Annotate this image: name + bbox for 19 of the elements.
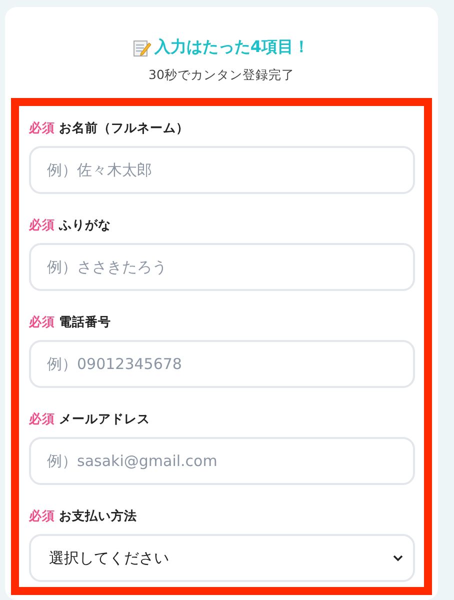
- required-label: 必須: [29, 508, 55, 525]
- form-title: 入力はたった4項目！: [154, 37, 310, 58]
- input-field[interactable]: 例）ささきたろう: [29, 243, 415, 291]
- required-label: 必須: [29, 120, 55, 137]
- required-label: 必須: [29, 314, 55, 331]
- field-label: お支払い方法: [59, 508, 137, 525]
- chevron-down-icon: [393, 554, 403, 562]
- required-label: 必須: [29, 217, 55, 234]
- input-field[interactable]: 例）佐々木太郎: [29, 146, 415, 194]
- field-label: ふりがな: [59, 217, 111, 234]
- input-field[interactable]: 例）sasaki@gmail.com: [29, 437, 415, 485]
- input-field[interactable]: 例）09012345678: [29, 340, 415, 388]
- memo-icon: [133, 38, 152, 56]
- field-label: お名前（フルネーム）: [59, 120, 189, 137]
- field-label: 電話番号: [59, 314, 111, 331]
- field-label: メールアドレス: [59, 411, 150, 428]
- form-subtitle: 30秒でカンタン登録完了: [148, 67, 294, 84]
- required-label: 必須: [29, 411, 55, 428]
- select-field[interactable]: 選択してください: [29, 534, 415, 582]
